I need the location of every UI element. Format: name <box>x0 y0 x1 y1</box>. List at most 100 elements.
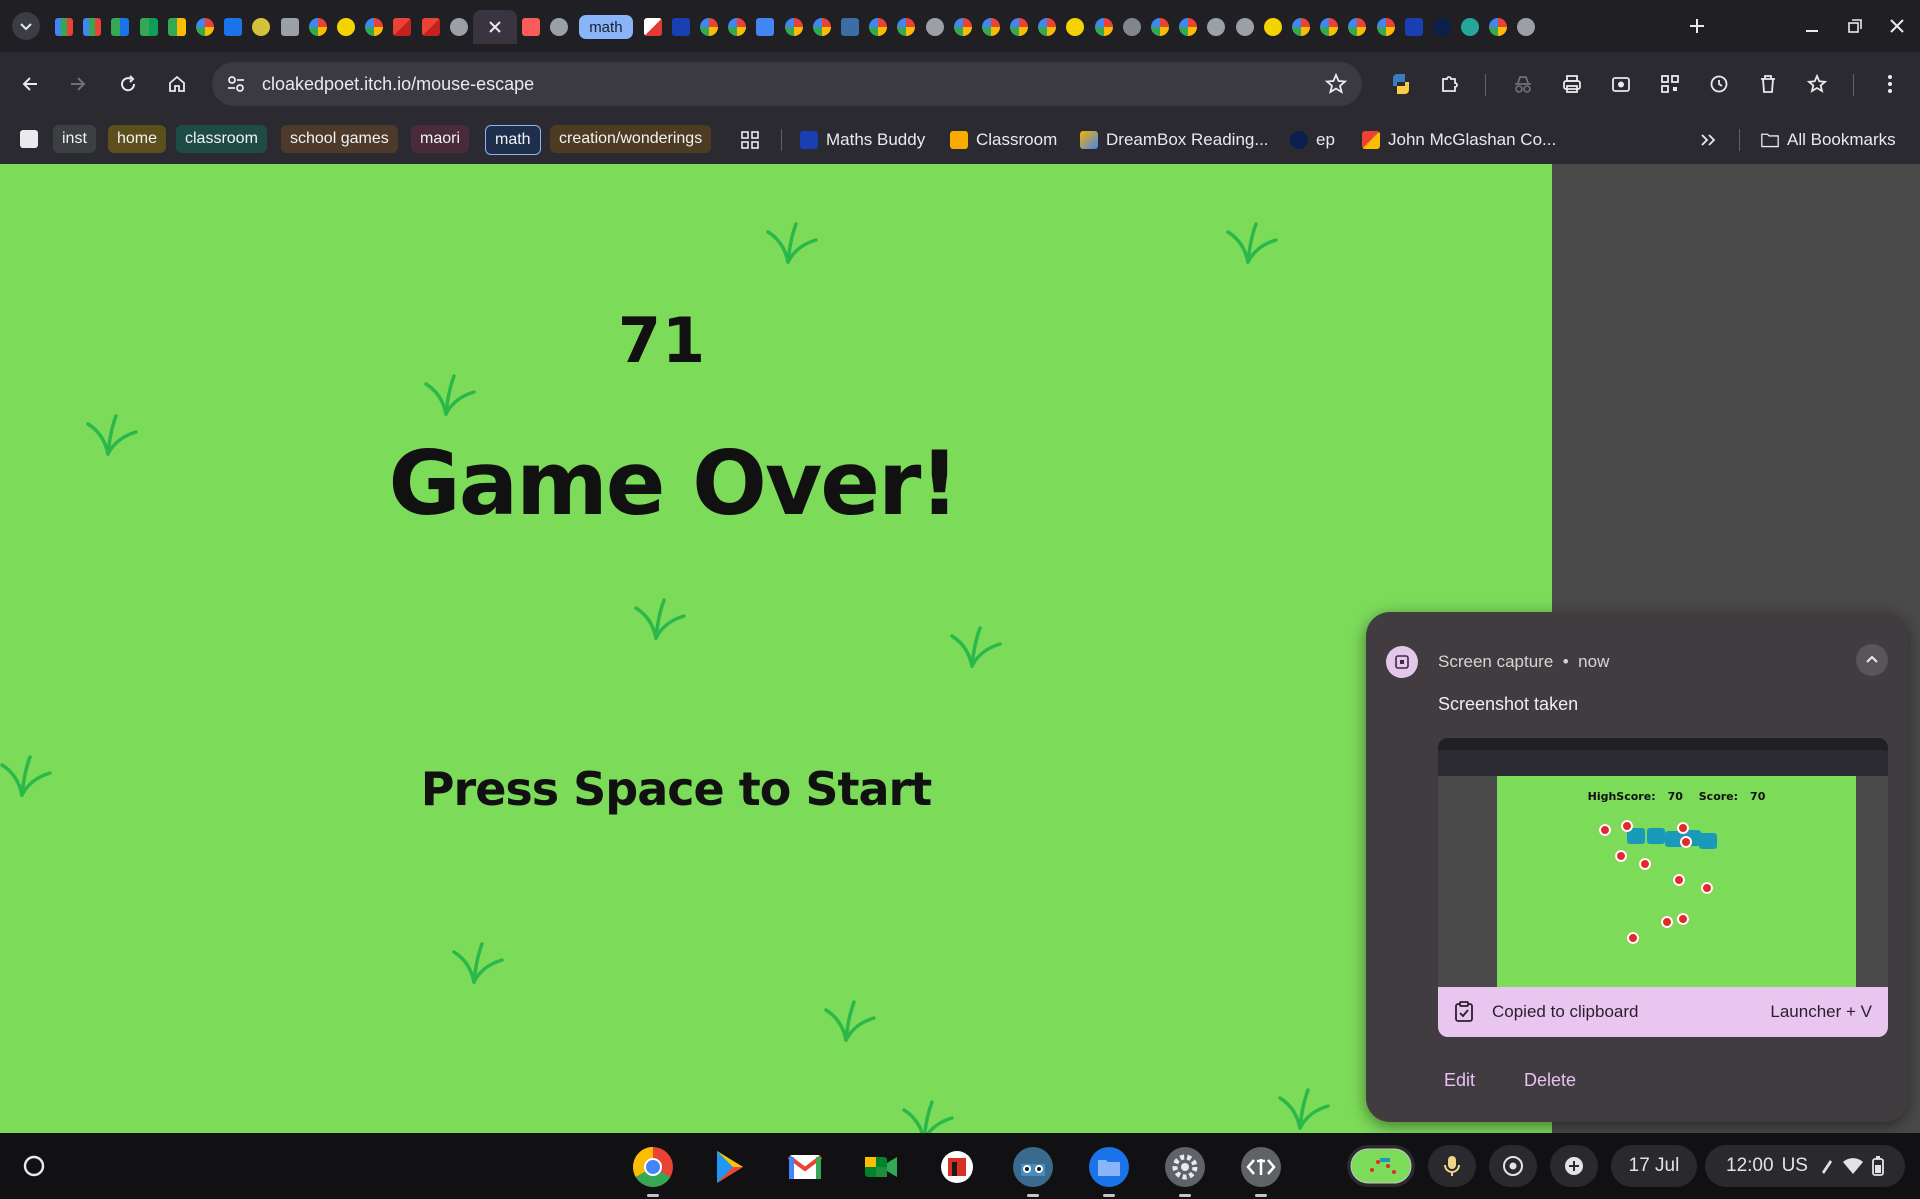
tab-search-button[interactable] <box>12 12 40 40</box>
tab[interactable] <box>1456 10 1484 44</box>
tab[interactable] <box>1371 10 1399 44</box>
bookmark-folder-maori[interactable]: maori <box>411 125 470 153</box>
history-button[interactable] <box>1703 68 1735 100</box>
tab[interactable] <box>1428 10 1456 44</box>
bookmark-dreambox[interactable]: DreamBox Reading... <box>1080 128 1269 152</box>
text-editor-app[interactable] <box>1237 1143 1285 1197</box>
game-canvas[interactable]: 71 Game Over! Press Space to Start <box>0 164 1552 1133</box>
print-button[interactable] <box>1556 68 1588 100</box>
tab[interactable] <box>416 10 444 44</box>
new-tab-button[interactable] <box>1683 12 1711 40</box>
tab[interactable] <box>1146 10 1174 44</box>
tote-holding-space[interactable] <box>1347 1145 1415 1187</box>
tab[interactable] <box>163 10 191 44</box>
tab[interactable] <box>836 10 864 44</box>
tab[interactable] <box>135 10 163 44</box>
bookmark-folder-math[interactable]: math <box>485 125 541 155</box>
screenshot-thumbnail[interactable]: HighScore: 70 Score: 70 <box>1438 738 1888 987</box>
screen-capture-button[interactable] <box>1605 68 1637 100</box>
address-bar[interactable]: cloakedpoet.itch.io/mouse-escape <box>212 62 1362 106</box>
tab[interactable] <box>1512 10 1540 44</box>
star-icon[interactable] <box>1324 72 1348 96</box>
tab[interactable] <box>639 10 667 44</box>
tab[interactable] <box>667 10 695 44</box>
chevron-double-right-icon[interactable] <box>1698 130 1718 150</box>
bookmark-square-icon[interactable] <box>20 130 38 148</box>
url-text[interactable]: cloakedpoet.itch.io/mouse-escape <box>262 74 534 95</box>
tab[interactable] <box>723 10 751 44</box>
tab[interactable] <box>517 10 545 44</box>
godot-app[interactable] <box>1009 1143 1057 1197</box>
tab[interactable] <box>1118 10 1146 44</box>
tab[interactable] <box>808 10 836 44</box>
tab[interactable] <box>1174 10 1202 44</box>
forward-button[interactable] <box>62 68 94 100</box>
bookmark-classroom[interactable]: Classroom <box>950 128 1057 152</box>
bookmark-john-mcglashan[interactable]: John McGlashan Co... <box>1362 128 1556 152</box>
back-button[interactable] <box>14 68 46 100</box>
bookmark-ep[interactable]: ep <box>1290 128 1335 152</box>
tab[interactable] <box>977 10 1005 44</box>
tab[interactable] <box>1400 10 1428 44</box>
bookmark-maths-buddy[interactable]: Maths Buddy <box>800 128 925 152</box>
tab-active[interactable] <box>472 10 517 44</box>
delete-button[interactable]: Delete <box>1524 1070 1576 1091</box>
collapse-button[interactable] <box>1856 644 1888 676</box>
edit-button[interactable]: Edit <box>1444 1070 1475 1091</box>
play-store-app[interactable] <box>705 1143 753 1191</box>
tab[interactable] <box>695 10 723 44</box>
site-info-icon[interactable] <box>224 72 248 96</box>
tab[interactable] <box>779 10 807 44</box>
tab[interactable] <box>191 10 219 44</box>
tab[interactable] <box>388 10 416 44</box>
tab[interactable] <box>304 10 332 44</box>
minimize-button[interactable] <box>1795 12 1829 40</box>
tab[interactable] <box>247 10 275 44</box>
bookmark-folder-school-games[interactable]: school games <box>281 125 398 153</box>
close-window-button[interactable] <box>1880 12 1914 40</box>
tab[interactable] <box>1484 10 1512 44</box>
tab[interactable] <box>1287 10 1315 44</box>
tab[interactable] <box>864 10 892 44</box>
settings-app[interactable] <box>1161 1143 1209 1197</box>
add-button[interactable] <box>1550 1145 1598 1187</box>
tab[interactable] <box>1315 10 1343 44</box>
files-app[interactable] <box>1085 1143 1133 1197</box>
restore-button[interactable] <box>1838 12 1872 40</box>
tab[interactable] <box>106 10 134 44</box>
home-button[interactable] <box>161 68 193 100</box>
status-tray[interactable]: 12:00 US <box>1705 1145 1905 1187</box>
tab[interactable] <box>445 10 473 44</box>
tab[interactable] <box>78 10 106 44</box>
select-to-speak-button[interactable] <box>1489 1145 1537 1187</box>
tab[interactable] <box>1090 10 1118 44</box>
bookmark-folder-home[interactable]: home <box>108 125 167 153</box>
clipboard-banner[interactable]: Copied to clipboard Launcher + V <box>1438 987 1888 1037</box>
meet-app[interactable] <box>857 1143 905 1191</box>
tab[interactable] <box>1230 10 1258 44</box>
tab[interactable] <box>545 10 573 44</box>
chrome-app[interactable] <box>629 1143 677 1197</box>
tab[interactable] <box>1033 10 1061 44</box>
menu-button[interactable] <box>1874 68 1906 100</box>
bookmark-star-button[interactable] <box>1801 68 1833 100</box>
incognito-button[interactable] <box>1507 68 1539 100</box>
tab[interactable] <box>1343 10 1371 44</box>
tab[interactable] <box>751 10 779 44</box>
tab[interactable] <box>332 10 360 44</box>
python-extension-button[interactable] <box>1385 68 1417 100</box>
reload-button[interactable] <box>112 68 144 100</box>
tab[interactable] <box>276 10 304 44</box>
extensions-button[interactable] <box>1434 68 1466 100</box>
bookmark-folder-creation-wonderings[interactable]: creation/wonderings <box>550 125 712 153</box>
tab[interactable] <box>920 10 948 44</box>
screenshot-notification[interactable]: Screen capture • now Screenshot taken Hi… <box>1366 612 1908 1122</box>
tab[interactable] <box>219 10 247 44</box>
bookmark-folder-classroom[interactable]: classroom <box>176 125 267 153</box>
tab[interactable] <box>1061 10 1089 44</box>
game-app[interactable] <box>933 1143 981 1191</box>
apps-grid-icon[interactable] <box>740 130 760 150</box>
tab[interactable] <box>892 10 920 44</box>
tab[interactable] <box>50 10 78 44</box>
close-icon[interactable] <box>488 20 502 34</box>
